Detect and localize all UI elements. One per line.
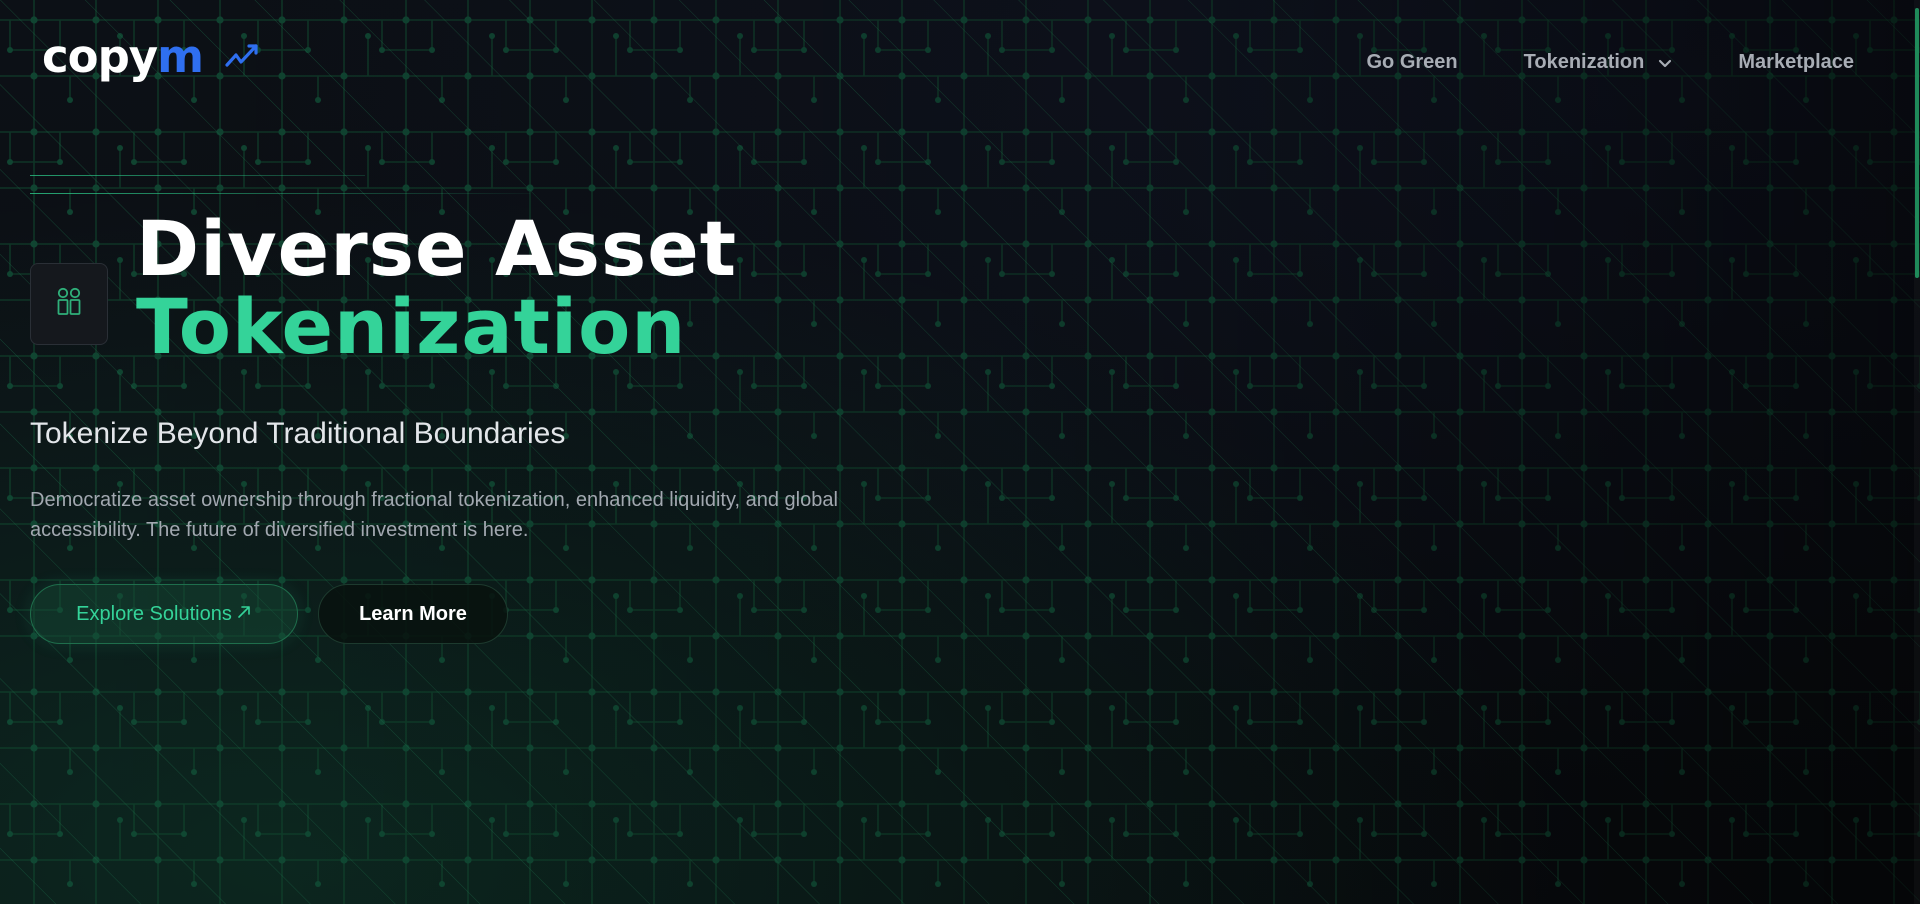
site-header: copym Go Green Tokenization Marketplace [0,0,1920,128]
learn-more-button[interactable]: Learn More [318,584,508,644]
arrow-up-right-icon [236,603,252,626]
scrollbar-track[interactable] [1914,0,1920,904]
trend-up-icon [225,43,259,74]
brand-logo[interactable]: copym [42,34,259,79]
hero-title-line1: Diverse Asset [136,204,738,293]
circuit-background [0,0,1920,904]
main-nav: Go Green Tokenization Marketplace [1366,50,1854,75]
nav-go-green[interactable]: Go Green [1366,51,1457,74]
nav-tokenization-label: Tokenization [1523,51,1645,73]
hero-subtitle: Tokenize Beyond Traditional Boundaries [30,417,566,450]
brand-name: copy [42,30,158,83]
learn-more-label: Learn More [359,602,467,625]
hero-divider-line [30,193,530,194]
hero-title: Diverse Asset Tokenization [136,210,737,366]
chevron-down-icon [1658,52,1672,75]
explore-solutions-label: Explore Solutions [76,602,232,625]
brand-wordmark: copym [42,34,204,79]
hero-divider-line [30,175,365,176]
explore-solutions-button[interactable]: Explore Solutions [30,584,298,644]
nav-marketplace[interactable]: Marketplace [1738,51,1854,74]
hero-description: Democratize asset ownership through frac… [30,489,838,541]
tokenization-blocks-icon [56,287,82,322]
hero-badge [30,263,108,345]
brand-name-accent: m [157,30,204,83]
nav-tokenization-dropdown[interactable]: Tokenization [1524,50,1673,75]
page: copym Go Green Tokenization Marketplace [0,0,1920,904]
hero-title-line2: Tokenization [136,282,687,371]
